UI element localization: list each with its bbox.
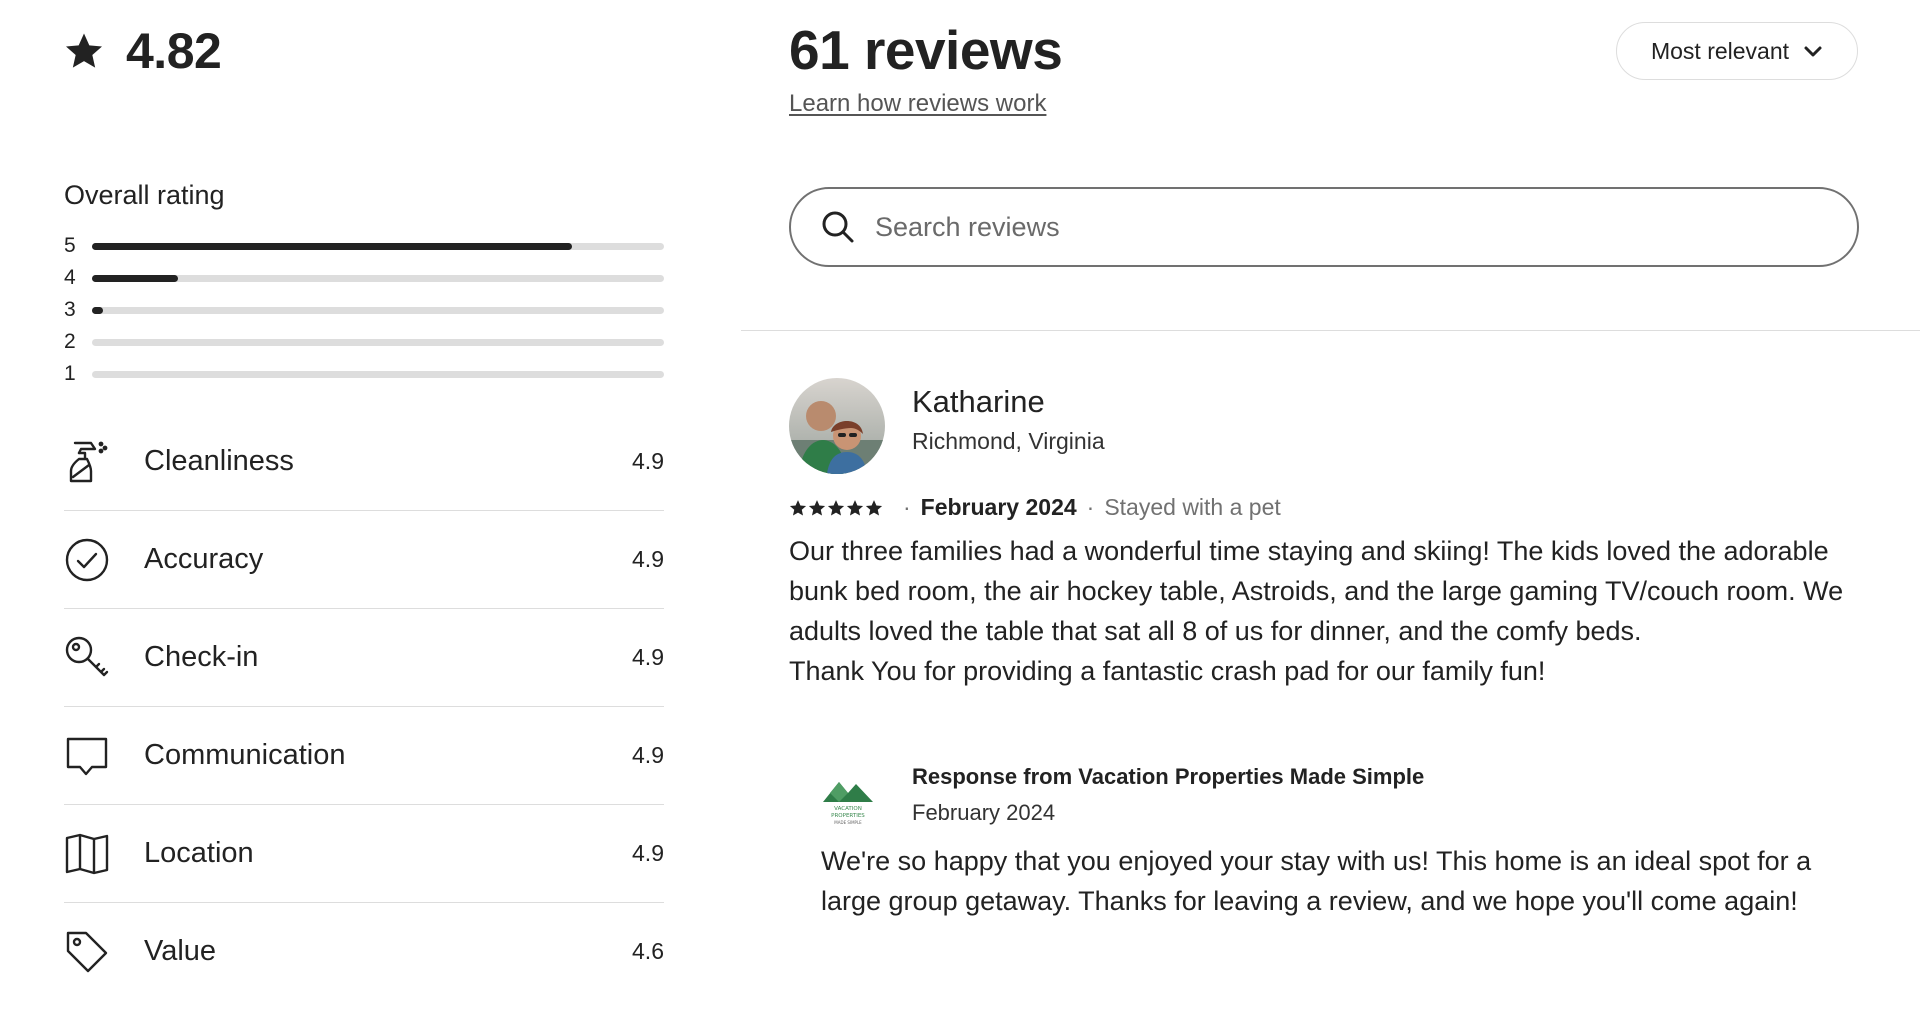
star-icon	[808, 499, 826, 515]
distribution-row-4: 4	[64, 262, 664, 294]
review-paragraph: Our three families had a wonderful time …	[789, 536, 1844, 646]
category-value: 4.9	[632, 546, 664, 572]
category-cleanliness: Cleanliness 4.9	[64, 413, 664, 511]
distribution-bar-track	[92, 370, 664, 378]
avatar[interactable]	[789, 378, 885, 474]
category-location: Location 4.9	[64, 805, 664, 903]
learn-how-reviews-work-link[interactable]: Learn how reviews work	[789, 90, 1046, 118]
review-date: February 2024	[920, 494, 1077, 520]
chevron-down-icon	[1804, 46, 1822, 57]
star-icon	[846, 499, 864, 515]
star-icon	[865, 499, 883, 515]
separator-dot: ·	[1086, 494, 1095, 520]
search-icon	[822, 211, 854, 243]
reviewer-name: Katharine	[912, 384, 1045, 419]
rating-distribution: 5 4 3 2 1	[64, 230, 664, 390]
chat-bubble-icon	[64, 733, 110, 779]
distribution-bar-track	[92, 242, 664, 250]
stay-note: Stayed with a pet	[1104, 494, 1281, 520]
response-from: Response from Vacation Properties Made S…	[912, 764, 1425, 789]
search-reviews-input[interactable]	[873, 210, 1777, 244]
star-icon	[827, 499, 845, 515]
distribution-bar-track	[92, 338, 664, 346]
search-reviews-box[interactable]	[789, 187, 1859, 267]
review-text: Our three families had a wonderful time …	[789, 531, 1859, 691]
category-ratings: Cleanliness 4.9 Accuracy 4.9 Check-in 4.…	[64, 413, 664, 1000]
category-value: 4.9	[632, 644, 664, 670]
category-value: 4.9	[632, 742, 664, 768]
category-communication: Communication 4.9	[64, 707, 664, 805]
star-icon	[789, 499, 807, 515]
category-value: Value 4.6	[64, 903, 664, 1000]
key-icon	[64, 635, 110, 681]
overall-rating-label: Overall rating	[64, 180, 225, 210]
distribution-row-5: 5	[64, 230, 664, 262]
category-value: 4.9	[632, 840, 664, 866]
spray-bottle-icon	[64, 439, 110, 485]
distribution-label: 4	[64, 266, 76, 289]
review-star-rating	[789, 499, 883, 517]
distribution-bar-track	[92, 306, 664, 314]
response-text: We're so happy that you enjoyed your sta…	[821, 846, 1812, 916]
category-name: Cleanliness	[144, 445, 294, 477]
distribution-label: 3	[64, 298, 76, 321]
check-circle-icon	[64, 537, 110, 583]
distribution-bar-fill	[92, 274, 178, 282]
review-meta: · February 2024 · Stayed with a pet	[789, 494, 1281, 521]
distribution-bar-fill	[92, 306, 104, 314]
section-divider	[741, 330, 1920, 331]
sort-dropdown[interactable]: Most relevant	[1616, 22, 1858, 80]
distribution-row-3: 3	[64, 294, 664, 326]
distribution-label: 2	[64, 330, 76, 353]
category-name: Location	[144, 837, 254, 869]
map-icon	[64, 831, 110, 877]
category-name: Accuracy	[144, 543, 264, 575]
distribution-row-2: 2	[64, 326, 664, 358]
sort-label: Most relevant	[1650, 37, 1790, 64]
category-value: 4.6	[632, 938, 664, 964]
price-tag-icon	[64, 929, 110, 975]
distribution-bar-fill	[92, 242, 573, 250]
category-check-in: Check-in 4.9	[64, 609, 664, 707]
category-name: Value	[144, 935, 217, 967]
distribution-label: 1	[64, 362, 76, 385]
category-name: Communication	[144, 739, 346, 771]
host-logo: VACATION PROPERTIES MADE SIMPLE	[823, 782, 873, 825]
distribution-row-1: 1	[64, 358, 664, 390]
reviewer-location: Richmond, Virginia	[912, 428, 1105, 454]
review-paragraph: Thank You for providing a fantastic cras…	[789, 656, 1546, 686]
star-icon	[66, 33, 102, 68]
separator-dot: ·	[903, 494, 911, 520]
category-value: 4.9	[632, 448, 664, 474]
distribution-bar-track	[92, 274, 664, 282]
logo-text: MADE SIMPLE	[834, 820, 862, 825]
logo-text: VACATION	[834, 806, 862, 812]
reviews-count-title: 61 reviews	[789, 19, 1063, 81]
category-accuracy: Accuracy 4.9	[64, 511, 664, 609]
response-date: February 2024	[912, 800, 1056, 825]
overall-score: 4.82	[126, 23, 222, 79]
category-name: Check-in	[144, 641, 259, 673]
distribution-label: 5	[64, 234, 76, 257]
logo-text: PROPERTIES	[831, 813, 865, 819]
overall-score-row: 4.82	[64, 22, 222, 80]
